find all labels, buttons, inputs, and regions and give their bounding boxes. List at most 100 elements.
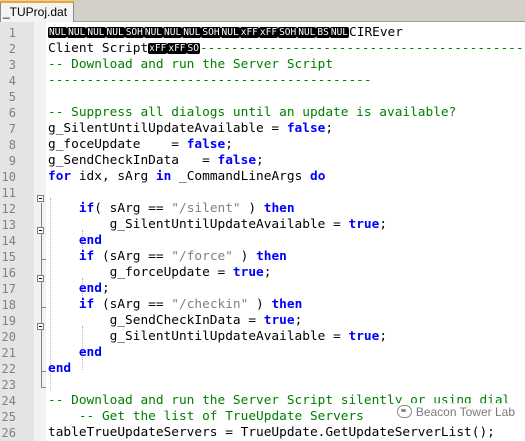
control-char-badge: SOH <box>278 27 298 38</box>
code-token: ; <box>379 217 388 232</box>
code-text: tableTrueUpdateServers = TrueUpdate.GetU… <box>48 425 495 441</box>
code-line[interactable]: 14 end <box>0 233 525 249</box>
string: "/force" <box>171 249 233 264</box>
line-number: 8 <box>8 138 16 152</box>
code-token: ; <box>379 329 388 344</box>
control-char-badge: NUL <box>297 27 317 38</box>
code-token: ) <box>248 297 272 312</box>
code-line[interactable]: 21 end <box>0 345 525 361</box>
line-number: 23 <box>1 378 16 392</box>
code-line[interactable]: 18 if (sArg == "/checkin" ) then <box>0 297 525 313</box>
keyword: then <box>263 201 295 216</box>
control-char-badge: NUL <box>329 27 350 38</box>
line-number: 9 <box>8 154 16 168</box>
code-line[interactable]: 3 -- Download and run the Server Script <box>0 57 525 73</box>
keyword: then <box>256 249 287 264</box>
line-number: 16 <box>1 266 16 280</box>
keyword: end <box>78 281 102 296</box>
code-line[interactable]: 15 if (sArg == "/force" ) then <box>0 249 525 265</box>
code-line[interactable]: 20 g_SilentUntilUpdateAvailable = true; <box>0 329 525 345</box>
keyword: true <box>348 217 380 232</box>
keyword: false <box>186 137 226 152</box>
comment: -- Download and run the Server Script <box>48 57 334 72</box>
code-line[interactable]: 9 g_SendCheckInData = false; <box>0 153 525 169</box>
control-char-badge: NUL <box>67 27 87 38</box>
code-text: g_SilentUntilUpdateAvailable = true; <box>48 329 387 345</box>
control-char-badge: NUL <box>143 27 164 38</box>
code-line[interactable]: 22 end <box>0 361 525 377</box>
code-line[interactable]: 13 g_SilentUntilUpdateAvailable = true; <box>0 217 525 233</box>
line-number: 17 <box>1 282 16 296</box>
keyword: do <box>309 169 326 184</box>
code-text: end <box>48 345 102 361</box>
watermark: Beacon Tower Lab <box>394 403 517 421</box>
code-line[interactable]: 4 ---------------------------------------… <box>0 73 525 89</box>
line-number: 5 <box>8 90 16 104</box>
keyword: end <box>78 345 102 360</box>
code-text: end <box>48 233 102 249</box>
code-editor[interactable]: 1 NUL NUL NUL NUL SOH NUL NUL NUL SOH NUL xFF xFF SOH… <box>0 22 525 441</box>
code-line[interactable]: 2 Client ScriptxFF xFF SO------------------… <box>0 41 525 57</box>
control-char-badge: NUL <box>105 27 125 38</box>
code-text: g_SendCheckInData = true; <box>48 313 303 329</box>
line-number: 10 <box>1 170 16 184</box>
control-char-badge: NUL <box>163 27 183 38</box>
code-token: tableTrueUpdateServers = TrueUpdate.GetU… <box>48 425 495 440</box>
line-number: 11 <box>1 186 16 200</box>
code-line[interactable]: 17 end; <box>0 281 525 297</box>
comment: -- Get the list of TrueUpdate Servers <box>78 409 364 424</box>
keyword: in <box>155 169 172 184</box>
code-text: NUL NUL NUL NUL SOH NUL NUL NUL SOH NUL xFF xFF SOH N… <box>48 25 403 41</box>
code-token: ) <box>232 249 257 264</box>
line-number: 24 <box>1 394 16 408</box>
code-line[interactable]: 7 g_SilentUntilUpdateAvailable = false; <box>0 121 525 137</box>
control-char-badge: NUL <box>182 27 202 38</box>
control-char-badge: NUL <box>86 27 106 38</box>
code-token: ; <box>101 281 110 296</box>
code-line[interactable]: 19 g_SendCheckInData = true; <box>0 313 525 329</box>
code-token: ; <box>256 153 264 168</box>
code-line[interactable]: 5 <box>0 89 525 105</box>
line-number: 13 <box>1 218 16 232</box>
code-line[interactable]: 12 if( sArg == "/silent" ) then <box>0 201 525 217</box>
line-number: 6 <box>8 106 16 120</box>
code-text: g_SilentUntilUpdateAvailable = true; <box>48 217 387 233</box>
keyword: false <box>286 121 326 136</box>
code-line[interactable]: 1 NUL NUL NUL NUL SOH NUL NUL NUL SOH NUL xFF xFF SOH… <box>0 25 525 41</box>
code-token: ( sArg == <box>94 201 172 216</box>
control-char-badge: BS <box>316 27 330 38</box>
keyword: false <box>217 153 257 168</box>
code-token: (sArg == <box>94 249 172 264</box>
keyword: true <box>348 329 380 344</box>
comment: ----------------------------------------… <box>48 73 372 88</box>
keyword: true <box>232 265 264 280</box>
string: "/silent" <box>171 201 241 216</box>
code-line[interactable]: 16 g_forceUpdate = true; <box>0 265 525 281</box>
code-line[interactable]: 8 g_foceUpdate = false; <box>0 137 525 153</box>
line-number: 26 <box>1 426 16 440</box>
code-line[interactable]: 26 tableTrueUpdateServers = TrueUpdate.Ge… <box>0 425 525 441</box>
code-line[interactable]: 10 for idx, sArg in _CommandLineArgs do <box>0 169 525 185</box>
tab-bar: _TUProj.dat <box>0 0 525 22</box>
code-token: g_SilentUntilUpdateAvailable = <box>109 217 349 232</box>
control-char-badge: xFF <box>239 27 259 38</box>
keyword: end <box>48 361 72 376</box>
file-tab[interactable]: _TUProj.dat <box>0 1 74 22</box>
code-text: -- Download and run the Server Script <box>48 57 333 73</box>
control-char-badge: SOH <box>201 27 221 38</box>
code-token: CIREver <box>349 25 403 40</box>
line-number: 25 <box>1 410 16 424</box>
line-number: 14 <box>1 234 16 248</box>
code-line[interactable]: 23 <box>0 377 525 393</box>
line-number: 20 <box>1 330 16 344</box>
keyword: end <box>78 233 102 248</box>
code-token: g_forceUpdate = <box>109 265 233 280</box>
code-text: for idx, sArg in _CommandLineArgs do <box>48 169 325 185</box>
code-token: idx, sArg <box>71 169 156 184</box>
code-line[interactable]: 6 -- Suppress all dialogs until an update… <box>0 105 525 121</box>
code-text: g_SendCheckInData = false; <box>48 153 264 169</box>
code-token: ; <box>325 121 334 136</box>
code-text: if( sArg == "/silent" ) then <box>48 201 295 217</box>
code-line[interactable]: 11 <box>0 185 525 201</box>
line-number: 18 <box>1 298 16 312</box>
